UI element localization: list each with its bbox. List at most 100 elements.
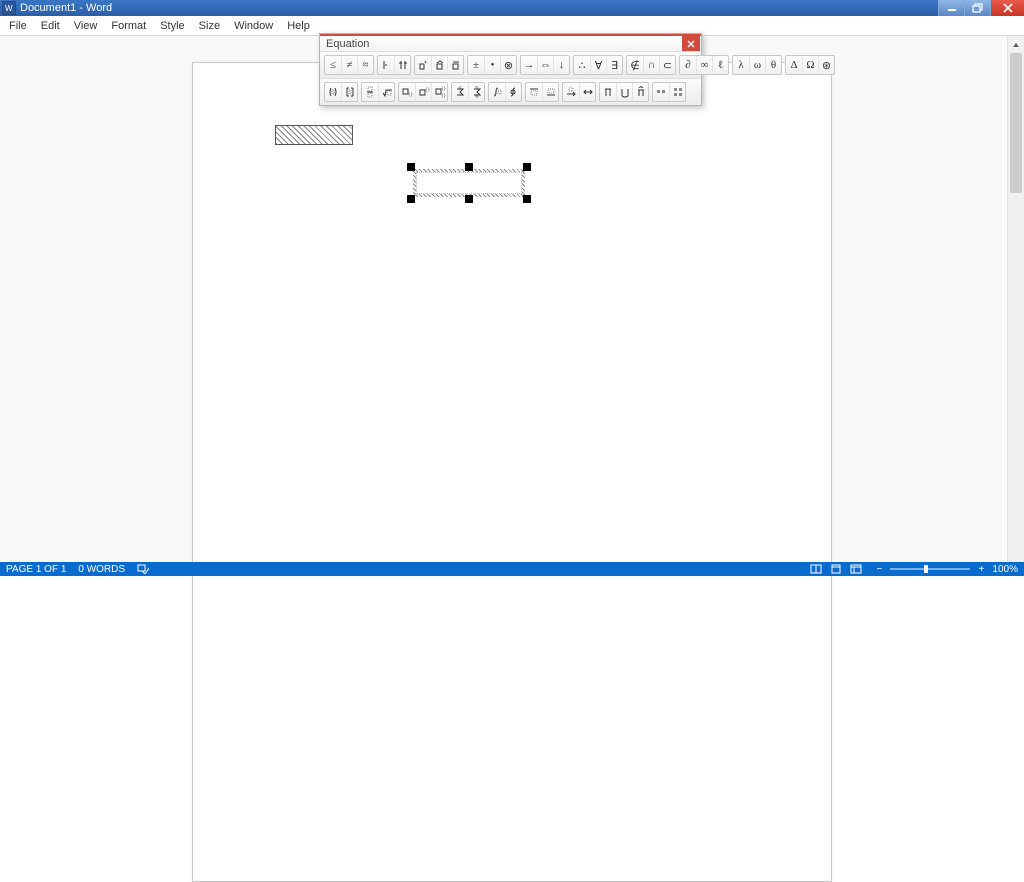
btn-approx[interactable]: ≈ (357, 56, 373, 74)
btn-arrow-down[interactable]: ↓ (553, 56, 569, 74)
btn-lambda[interactable]: λ (733, 56, 749, 74)
btn-hat[interactable] (431, 56, 447, 74)
btn-omega-lower[interactable]: ω (749, 56, 765, 74)
btn-bullet[interactable]: • (484, 56, 500, 74)
menu-view[interactable]: View (67, 18, 105, 34)
btn-superscript[interactable] (415, 83, 431, 101)
btn-product[interactable] (600, 83, 616, 101)
btn-subsuperscript[interactable] (431, 83, 447, 101)
resize-handle-ne[interactable] (523, 163, 531, 171)
zoom-slider-knob[interactable] (924, 565, 928, 573)
btn-sum-limits[interactable] (468, 83, 484, 101)
btn-therefore[interactable]: ∴ (574, 56, 590, 74)
menu-file[interactable]: File (2, 18, 34, 34)
btn-less-equal[interactable]: ≤ (325, 56, 341, 74)
btn-partial[interactable]: ∂ (680, 56, 696, 74)
equation-toolbar-window[interactable]: Equation ≤ ≠ ≈ ± • ⊗ → ⇔ ↓ (319, 33, 702, 106)
resize-handle-n[interactable] (465, 163, 473, 171)
view-read-mode-button[interactable] (807, 563, 825, 575)
menu-help[interactable]: Help (280, 18, 317, 34)
btn-omega-upper[interactable]: Ω (802, 56, 818, 74)
equation-object-field[interactable] (416, 172, 522, 194)
group-integral (488, 82, 522, 102)
btn-not-equal[interactable]: ≠ (341, 56, 357, 74)
close-button[interactable] (990, 0, 1024, 16)
btn-integral[interactable] (489, 83, 505, 101)
btn-circled-times[interactable]: ⊗ (500, 56, 516, 74)
btn-radical[interactable] (378, 83, 394, 101)
btn-delta-upper[interactable]: Δ (786, 56, 802, 74)
btn-circled[interactable]: ⊛ (818, 56, 834, 74)
btn-not-element[interactable]: ∉ (627, 56, 643, 74)
zoom-control: − + 100% (874, 564, 1018, 575)
status-words[interactable]: 0 WORDS (78, 564, 125, 575)
resize-handle-sw[interactable] (407, 195, 415, 203)
group-relations: ≤ ≠ ≈ (324, 55, 374, 75)
btn-arrow-double[interactable]: ⇔ (537, 56, 553, 74)
btn-coproduct[interactable] (616, 83, 632, 101)
btn-matrix-small[interactable] (653, 83, 669, 101)
group-calculus: ∂ ∞ ℓ (679, 55, 729, 75)
btn-plus-minus[interactable]: ± (468, 56, 484, 74)
group-greek-lower: λ ω θ (732, 55, 782, 75)
btn-parentheses[interactable] (325, 83, 341, 101)
btn-arrow-both-labeled[interactable] (579, 83, 595, 101)
menu-style[interactable]: Style (153, 18, 191, 34)
btn-brackets[interactable] (341, 83, 357, 101)
zoom-in-button[interactable]: + (976, 564, 986, 575)
menu-format[interactable]: Format (104, 18, 153, 34)
btn-arrow-right[interactable]: → (521, 56, 537, 74)
scroll-thumb[interactable] (1010, 53, 1022, 193)
menu-size[interactable]: Size (192, 18, 227, 34)
view-print-layout-button[interactable] (827, 563, 845, 575)
btn-subscript[interactable] (399, 83, 415, 101)
document-page[interactable] (192, 62, 832, 882)
btn-matrix[interactable] (669, 83, 685, 101)
menu-edit[interactable]: Edit (34, 18, 67, 34)
zoom-out-button[interactable]: − (874, 564, 884, 575)
group-operators: ± • ⊗ (467, 55, 517, 75)
group-fractions (361, 82, 395, 102)
btn-contour-integral[interactable] (505, 83, 521, 101)
btn-thin-space[interactable] (378, 56, 394, 74)
vertical-scrollbar[interactable] (1007, 36, 1024, 562)
btn-exists[interactable]: ∃ (606, 56, 622, 74)
equation-toolbar-close-button[interactable] (682, 36, 700, 51)
btn-prime[interactable] (415, 56, 431, 74)
btn-overbar[interactable] (526, 83, 542, 101)
statusbar: PAGE 1 OF 1 0 WORDS − + 100% (0, 562, 1024, 576)
resize-handle-s[interactable] (465, 195, 473, 203)
equation-toolbar-row-1: ≤ ≠ ≈ ± • ⊗ → ⇔ ↓ ∴ ∀ ∃ ∉ ∩ (320, 52, 701, 78)
menu-window[interactable]: Window (227, 18, 280, 34)
minimize-button[interactable] (938, 0, 964, 16)
equation-object-selected[interactable] (407, 163, 531, 203)
btn-script-l[interactable]: ℓ (712, 56, 728, 74)
btn-bar[interactable] (447, 56, 463, 74)
group-logic: ∴ ∀ ∃ (573, 55, 623, 75)
zoom-value[interactable]: 100% (992, 564, 1018, 575)
btn-infinity[interactable]: ∞ (696, 56, 712, 74)
hatched-placeholder[interactable] (275, 125, 353, 145)
btn-thick-space[interactable] (394, 56, 410, 74)
btn-underbar[interactable] (542, 83, 558, 101)
btn-theta[interactable]: θ (765, 56, 781, 74)
btn-sum[interactable] (452, 83, 468, 101)
btn-forall[interactable]: ∀ (590, 56, 606, 74)
btn-intersection[interactable]: ∩ (643, 56, 659, 74)
btn-arrow-labeled[interactable] (563, 83, 579, 101)
status-page[interactable]: PAGE 1 OF 1 (6, 564, 66, 575)
status-spellcheck-icon[interactable] (137, 564, 149, 574)
group-matrices (652, 82, 686, 102)
zoom-slider[interactable] (890, 568, 970, 570)
resize-handle-se[interactable] (523, 195, 531, 203)
view-web-layout-button[interactable] (847, 563, 865, 575)
scroll-up-button[interactable] (1008, 36, 1024, 53)
btn-product-hat[interactable] (632, 83, 648, 101)
group-scripts (398, 82, 448, 102)
app-icon: W (2, 1, 16, 15)
restore-button[interactable] (964, 0, 990, 16)
equation-toolbar-titlebar[interactable]: Equation (320, 34, 701, 52)
btn-subset[interactable]: ⊂ (659, 56, 675, 74)
resize-handle-nw[interactable] (407, 163, 415, 171)
btn-fraction[interactable] (362, 83, 378, 101)
